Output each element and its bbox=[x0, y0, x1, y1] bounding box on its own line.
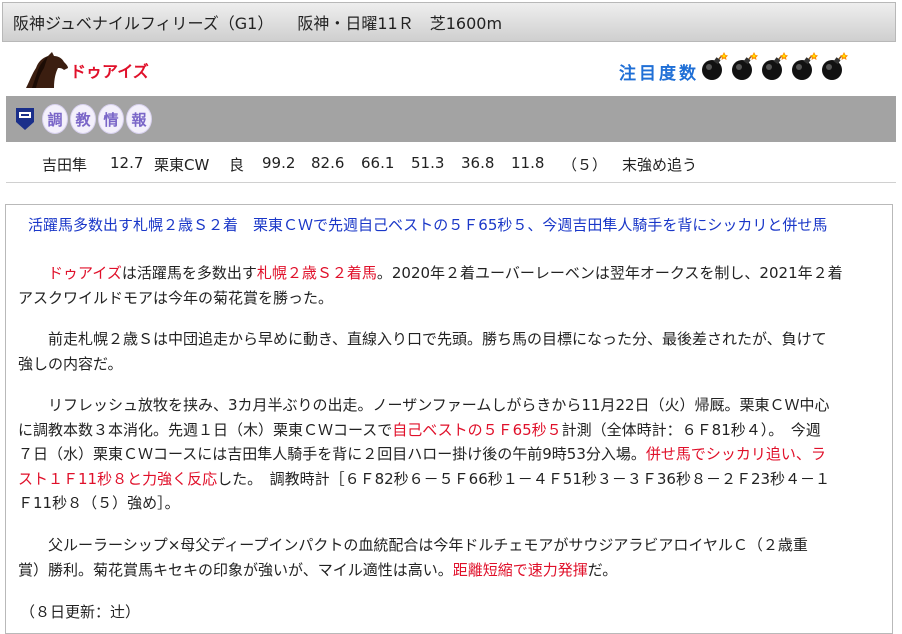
article-paragraph: 前走札幌２歳Ｓは中団追走から早めに動き、直線入り口で先頭。勝ち馬の目標になった分… bbox=[18, 330, 827, 373]
horse-row: ドゥアイズ 注目度数 bbox=[2, 44, 896, 94]
training-time: 82.6 bbox=[311, 154, 345, 172]
article-box: 活躍馬多数出す札幌２歳Ｓ２着 栗東ＣＷで先週自己ベストの５Ｆ65秒５、今週吉田隼… bbox=[5, 204, 893, 634]
label-char: 教 bbox=[70, 104, 96, 134]
training-time: 36.8 bbox=[461, 154, 495, 172]
training-time: 66.1 bbox=[361, 154, 395, 172]
training-info-header: 調 教 情 報 bbox=[6, 96, 896, 142]
training-weight: 12.7 bbox=[110, 154, 144, 172]
attention-label: 注目度数 bbox=[619, 64, 699, 84]
label-char: 報 bbox=[126, 104, 152, 134]
race-name: 阪神ジュベナイルフィリーズ（G1） bbox=[13, 14, 274, 33]
training-position: （５） bbox=[562, 156, 608, 174]
training-time: 99.2 bbox=[262, 154, 296, 172]
article-paragraph: ドゥアイズは活躍馬を多数出す札幌２歳Ｓ２着馬。2020年２着ユーバーレーベンは翌… bbox=[18, 264, 843, 307]
track-condition: 良 bbox=[229, 156, 245, 174]
label-char: 調 bbox=[42, 104, 68, 134]
bomb-icon bbox=[702, 52, 728, 80]
bomb-icon bbox=[822, 52, 848, 80]
bomb-icon bbox=[732, 52, 758, 80]
label-char: 情 bbox=[98, 104, 124, 134]
bomb-icon bbox=[762, 52, 788, 80]
article-paragraph: リフレッシュ放牧を挟み、3カ月半ぶりの出走。ノーザンファームしがらきから11月2… bbox=[18, 396, 831, 512]
race-distance: 芝1600m bbox=[429, 14, 503, 33]
training-course: 栗東CW bbox=[154, 156, 210, 174]
article-paragraph: 父ルーラーシップ×母父ディープインパクトの血統配合は今年ドルチェモアがサウジアラ… bbox=[18, 536, 808, 579]
race-venue: 阪神・日曜11Ｒ bbox=[297, 14, 414, 33]
training-time: 11.8 bbox=[511, 154, 545, 172]
training-info-label: 調 教 情 報 bbox=[42, 104, 152, 134]
training-time: 51.3 bbox=[411, 154, 445, 172]
attention-rating bbox=[700, 50, 848, 82]
training-record-row: 吉田隼 12.7 栗東CW 良 99.2 82.6 66.1 51.3 36.8… bbox=[6, 144, 896, 183]
horse-name-link: ドゥアイズ bbox=[48, 264, 122, 282]
training-info-icon bbox=[16, 108, 34, 130]
horse-icon bbox=[26, 52, 68, 88]
bomb-icon bbox=[792, 52, 818, 80]
update-note: （８日更新：辻） bbox=[20, 603, 141, 621]
horse-name: ドゥアイズ bbox=[70, 62, 149, 81]
article-headline: 活躍馬多数出す札幌２歳Ｓ２着 栗東ＣＷで先週自己ベストの５Ｆ65秒５、今週吉田隼… bbox=[28, 216, 828, 234]
race-title-bar: 阪神ジュベナイルフィリーズ（G1） 阪神・日曜11Ｒ 芝1600m bbox=[2, 2, 896, 42]
training-intensity: 末強め追う bbox=[622, 156, 698, 174]
training-rider: 吉田隼 bbox=[42, 156, 88, 174]
